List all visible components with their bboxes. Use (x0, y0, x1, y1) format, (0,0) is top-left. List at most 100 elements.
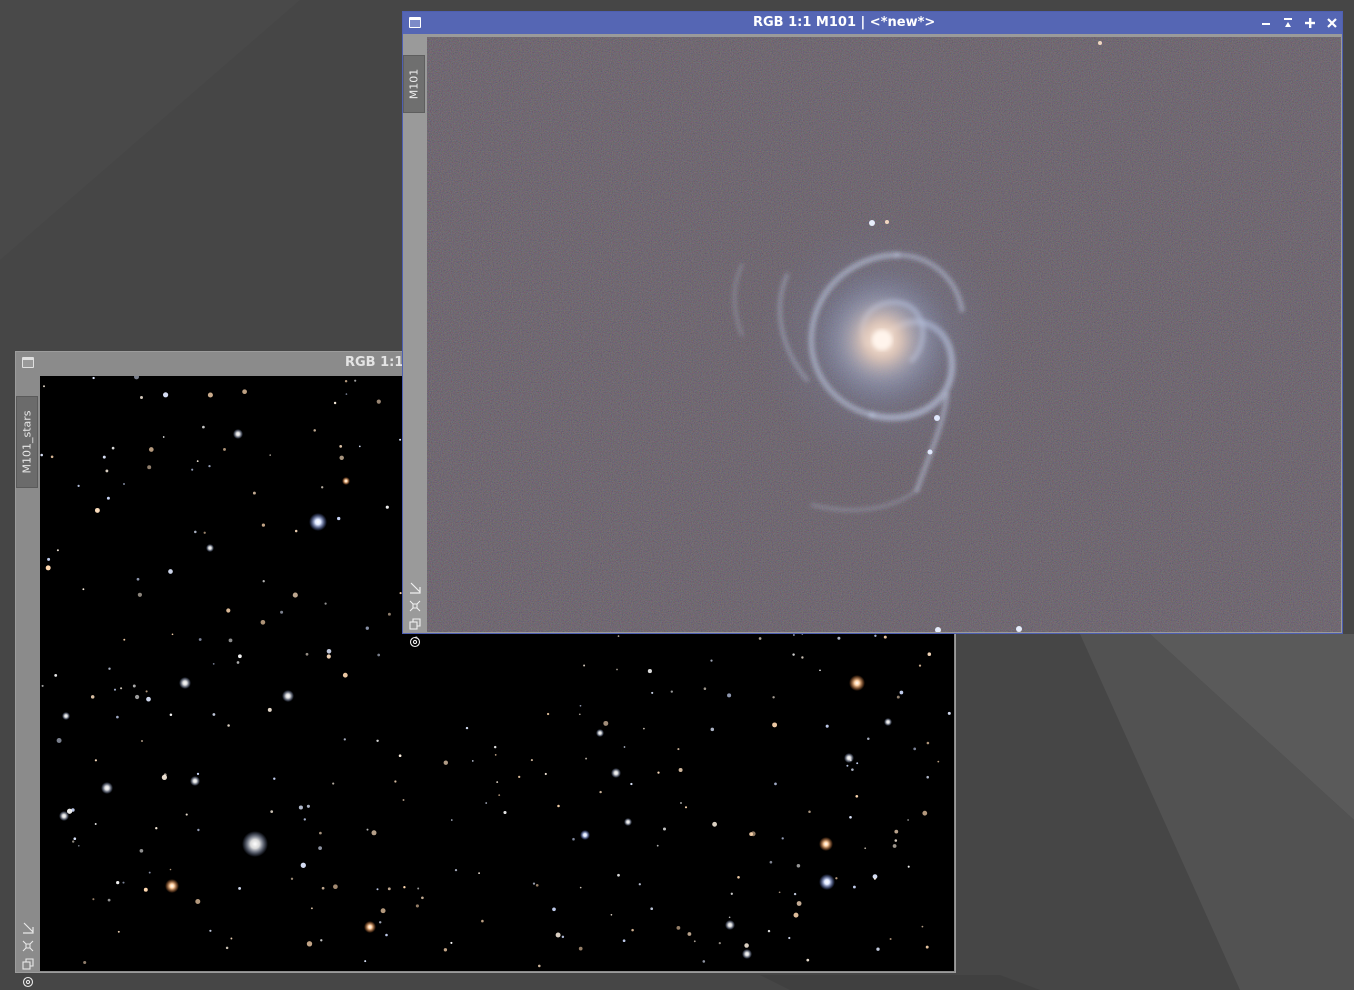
star (305, 652, 309, 656)
star (90, 695, 95, 699)
star (136, 577, 140, 581)
star (337, 516, 341, 521)
star (481, 919, 484, 923)
window-title: RGB 1:1 M101 | <*new*> (753, 15, 936, 30)
image-canvas[interactable] (427, 37, 1341, 632)
zoom-icon[interactable] (22, 940, 34, 952)
star (333, 401, 337, 405)
bright-star (742, 949, 752, 959)
star (478, 872, 480, 874)
star (579, 704, 582, 707)
star (670, 690, 673, 693)
star (83, 960, 87, 965)
star (376, 888, 379, 891)
star (603, 720, 609, 726)
star (371, 830, 377, 836)
star (94, 507, 100, 513)
star (496, 781, 499, 784)
star (339, 445, 343, 448)
bright-star (364, 921, 376, 933)
star (876, 947, 880, 951)
maximize-icon[interactable] (1304, 17, 1316, 29)
star (41, 684, 44, 687)
star (212, 713, 216, 716)
star (72, 840, 75, 843)
star (197, 828, 200, 832)
star (585, 757, 588, 760)
star (712, 821, 717, 827)
star (366, 828, 369, 831)
star (846, 764, 849, 767)
star (643, 727, 645, 730)
star (195, 899, 201, 904)
shade-icon[interactable] (1282, 17, 1294, 29)
star (867, 737, 870, 740)
star (113, 688, 117, 691)
view-identifier-tab[interactable]: M101 (403, 55, 425, 113)
zoom-to-fit-icon[interactable] (22, 922, 34, 934)
star (796, 864, 801, 868)
star (825, 724, 829, 728)
star (855, 794, 859, 798)
star (767, 929, 771, 933)
bright-star (611, 768, 621, 778)
star (758, 637, 762, 640)
star (212, 663, 215, 665)
star (77, 484, 80, 488)
star (864, 847, 867, 850)
star (415, 904, 419, 908)
star (402, 799, 405, 801)
star (332, 782, 335, 785)
bright-star (190, 776, 200, 786)
bright-star (819, 874, 835, 890)
star (40, 453, 43, 457)
star (927, 652, 932, 656)
star (92, 376, 95, 380)
star (147, 465, 152, 470)
star (123, 638, 126, 641)
star (143, 887, 148, 892)
star (579, 886, 582, 889)
window-menu-icon[interactable] (409, 17, 421, 28)
clone-view-icon[interactable] (22, 958, 34, 970)
minimize-icon[interactable] (1260, 17, 1272, 29)
star (82, 588, 85, 591)
clone-view-icon[interactable] (409, 618, 421, 630)
settings-icon[interactable] (22, 976, 34, 988)
star (306, 941, 313, 947)
star (162, 436, 165, 438)
star (610, 913, 613, 916)
close-icon[interactable] (1326, 17, 1338, 29)
star (326, 654, 331, 659)
star (313, 429, 316, 432)
bright-star (819, 837, 833, 851)
star (650, 907, 654, 911)
star (137, 592, 143, 597)
bright-star (233, 429, 243, 439)
bright-star (179, 677, 191, 689)
star (796, 901, 802, 906)
star (270, 810, 274, 813)
zoom-to-fit-icon[interactable] (409, 582, 421, 594)
star (50, 455, 54, 459)
star (145, 690, 148, 693)
star (148, 447, 154, 452)
star (417, 887, 420, 890)
window-menu-icon[interactable] (22, 357, 34, 368)
star (899, 690, 904, 695)
image-window-m101[interactable]: RGB 1:1 M101 | <*new*> M101 (402, 11, 1343, 648)
star (851, 768, 854, 771)
title-bar[interactable]: RGB 1:1 M101 | <*new*> (403, 12, 1342, 34)
settings-icon[interactable] (409, 636, 421, 648)
star (238, 886, 242, 890)
galaxy-image (427, 37, 1341, 632)
star (693, 940, 696, 943)
star (630, 782, 633, 786)
bright-star (849, 675, 865, 691)
star (123, 483, 125, 485)
zoom-icon[interactable] (409, 600, 421, 612)
star (354, 379, 357, 382)
view-identifier-tab[interactable]: M101_stars (16, 396, 38, 488)
star (703, 687, 707, 690)
star (77, 844, 80, 847)
